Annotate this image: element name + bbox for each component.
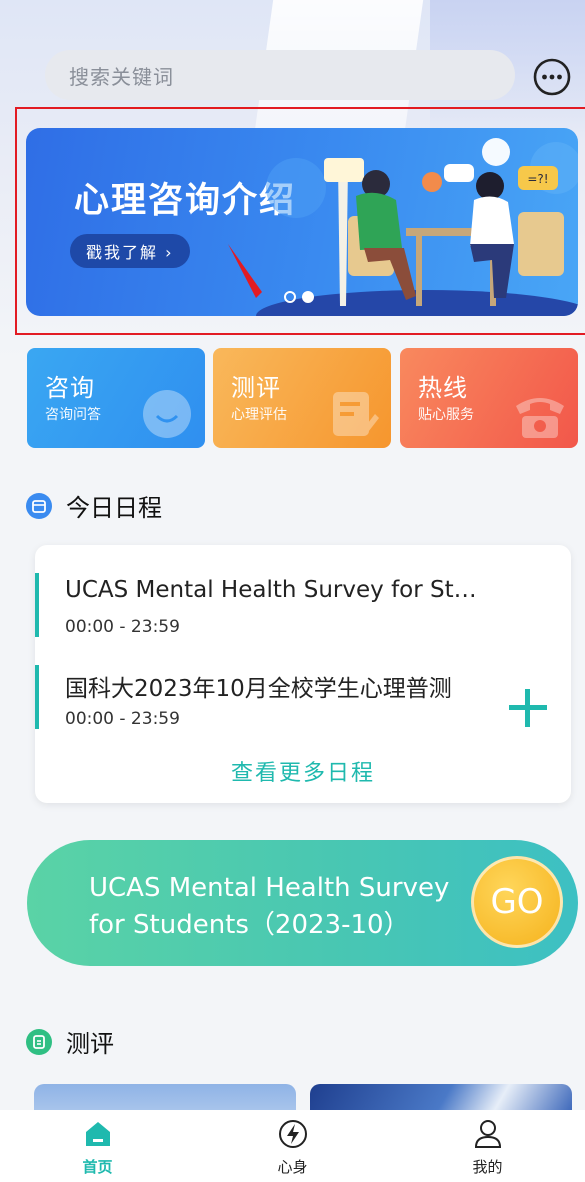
bubble-text: =?! bbox=[527, 172, 548, 186]
survey-banner[interactable]: UCAS Mental Health Survey for Students（2… bbox=[27, 840, 578, 966]
lightning-icon bbox=[278, 1120, 307, 1148]
chat-bubble-icon bbox=[143, 390, 191, 438]
category-consult[interactable]: 咨询 咨询问答 bbox=[27, 348, 205, 448]
carousel-dot[interactable] bbox=[284, 291, 296, 303]
schedule-section-title: 今日日程 bbox=[66, 494, 162, 522]
category-assessment[interactable]: 测评 心理评估 bbox=[213, 348, 391, 448]
tab-home[interactable]: 首页 bbox=[0, 1110, 195, 1182]
carousel-dot-active[interactable] bbox=[302, 291, 314, 303]
schedule-accent-bar bbox=[35, 665, 39, 729]
category-subtitle: 咨询问答 bbox=[45, 407, 101, 423]
clipboard-icon bbox=[333, 392, 379, 436]
list-icon bbox=[26, 1028, 52, 1055]
go-button[interactable]: GO bbox=[471, 856, 563, 948]
schedule-item-time: 00:00 - 23:59 bbox=[65, 709, 180, 729]
telephone-icon bbox=[516, 398, 564, 438]
category-subtitle: 心理评估 bbox=[231, 407, 287, 423]
search-input[interactable]: 搜索关键词 bbox=[45, 50, 515, 100]
schedule-item-time: 00:00 - 23:59 bbox=[65, 617, 180, 637]
category-title: 测评 bbox=[231, 374, 281, 402]
category-subtitle: 贴心服务 bbox=[418, 407, 474, 423]
add-schedule-icon[interactable] bbox=[505, 685, 551, 731]
more-schedule-link[interactable]: 查看更多日程 bbox=[35, 755, 571, 787]
learn-more-button[interactable]: 戳我了解 › bbox=[70, 234, 190, 268]
category-title: 咨询 bbox=[45, 374, 95, 402]
schedule-item-name: 国科大2023年10月全校学生心理普测 bbox=[65, 676, 452, 702]
tab-mind-body[interactable]: 心身 bbox=[195, 1110, 390, 1182]
category-title: 热线 bbox=[418, 374, 468, 402]
schedule-item-name: UCAS Mental Health Survey for St… bbox=[65, 577, 477, 603]
counseling-illustration: =?! bbox=[256, 138, 578, 316]
schedule-card: UCAS Mental Health Survey for St… 00:00 … bbox=[35, 545, 571, 803]
search-placeholder: 搜索关键词 bbox=[69, 64, 174, 89]
carousel-indicator bbox=[284, 291, 314, 303]
tab-label: 首页 bbox=[82, 1158, 113, 1176]
message-icon[interactable] bbox=[532, 57, 572, 97]
calendar-icon bbox=[26, 492, 52, 519]
schedule-section-header: 今日日程 bbox=[26, 488, 162, 523]
category-hotline[interactable]: 热线 贴心服务 bbox=[400, 348, 578, 448]
tab-label: 我的 bbox=[472, 1158, 503, 1176]
assessment-section-header: 测评 bbox=[26, 1024, 114, 1059]
user-icon bbox=[474, 1120, 501, 1148]
bottom-tab-bar: 首页 心身 我的 bbox=[0, 1110, 585, 1182]
go-label: GO bbox=[490, 882, 544, 922]
assessment-section-title: 测评 bbox=[66, 1030, 114, 1058]
learn-more-label: 戳我了解 › bbox=[86, 243, 174, 262]
tab-label: 心身 bbox=[277, 1158, 308, 1176]
banner-carousel[interactable]: 心理咨询介绍 戳我了解 › =?! bbox=[26, 128, 578, 316]
schedule-accent-bar bbox=[35, 573, 39, 637]
tab-profile[interactable]: 我的 bbox=[390, 1110, 585, 1182]
survey-title: UCAS Mental Health Survey for Students（2… bbox=[89, 873, 450, 940]
annotation-arrow bbox=[228, 244, 262, 298]
home-icon bbox=[85, 1122, 110, 1146]
